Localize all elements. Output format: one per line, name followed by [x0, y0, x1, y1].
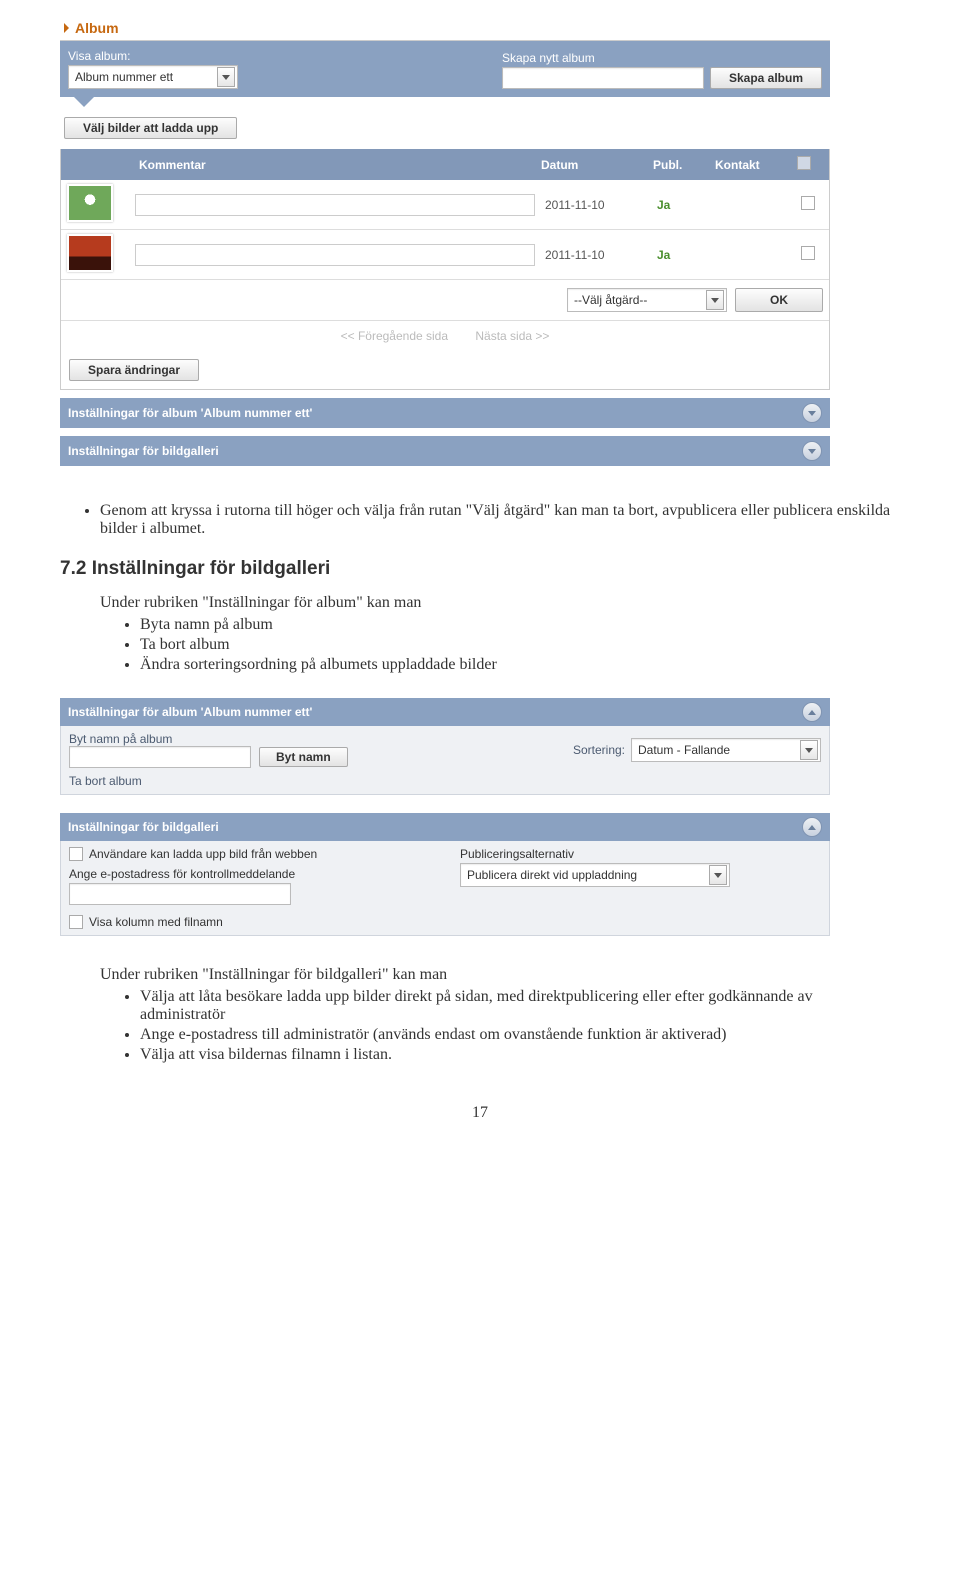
- anv-upload-label: Användare kan ladda upp bild från webben: [89, 847, 317, 861]
- col-kommentar: Kommentar: [133, 152, 535, 177]
- pub-alternativ-label: Publiceringsalternativ: [460, 847, 821, 861]
- cell-datum: 2011-11-10: [539, 180, 651, 230]
- sortering-label: Sortering:: [573, 743, 625, 757]
- anv-upload-checkbox[interactable]: [69, 847, 83, 861]
- toolbar-pointer-icon: [74, 97, 94, 107]
- visa-filnamn-checkbox[interactable]: [69, 915, 83, 929]
- kommentar-input[interactable]: [135, 244, 535, 266]
- visa-album-field: Visa album: Album nummer ett: [68, 49, 238, 89]
- section-lead: Under rubriken "Inställningar för album"…: [100, 594, 900, 612]
- visa-filnamn-label: Visa kolumn med filnamn: [89, 915, 223, 929]
- byt-namn-field: Byt namn på album Byt namn: [69, 732, 348, 768]
- settings-album-label: Inställningar för album 'Album nummer et…: [68, 406, 312, 420]
- table-row: 2011-11-10 Ja: [61, 230, 829, 280]
- pub-alternativ-select[interactable]: Publicera direkt vid uppladdning: [460, 863, 730, 887]
- skapa-album-button[interactable]: Skapa album: [710, 67, 822, 89]
- settings-album-bar[interactable]: Inställningar för album 'Album nummer et…: [60, 398, 830, 428]
- row-checkbox[interactable]: [801, 246, 815, 260]
- album-settings-title: Inställningar för album 'Album nummer et…: [68, 705, 312, 719]
- gallery-settings-bar[interactable]: Inställningar för bildgalleri: [60, 813, 830, 841]
- settings-gallery-bar[interactable]: Inställningar för bildgalleri: [60, 436, 830, 466]
- skapa-album-field: Skapa nytt album Skapa album: [502, 51, 822, 89]
- chevron-down-icon: [217, 67, 235, 87]
- sortering-field: Sortering: Datum - Fallande: [573, 738, 821, 762]
- col-kontakt: Kontakt: [709, 152, 791, 177]
- visa-album-value: Album nummer ett: [75, 70, 173, 84]
- ange-epost-input[interactable]: [69, 883, 291, 905]
- cell-datum: 2011-11-10: [539, 230, 651, 280]
- select-all-checkbox[interactable]: [797, 156, 811, 170]
- album-admin-panel: Album Visa album: Album nummer ett Skapa…: [60, 20, 830, 466]
- pager-prev[interactable]: << Föregående sida: [341, 329, 448, 343]
- ange-epost-label: Ange e-postadress för kontrollmeddelande: [69, 867, 430, 881]
- kommentar-input[interactable]: [135, 194, 535, 216]
- sortering-select[interactable]: Datum - Fallande: [631, 738, 821, 762]
- list-item: Ta bort album: [140, 636, 900, 654]
- thumbnail-icon[interactable]: [67, 234, 113, 272]
- image-table: Kommentar Datum Publ. Kontakt 2011-11-10…: [60, 149, 830, 390]
- valj-bilder-button[interactable]: Välj bilder att ladda upp: [64, 117, 237, 139]
- visa-album-label: Visa album:: [68, 49, 238, 63]
- action-row: --Välj åtgärd-- OK: [61, 280, 829, 321]
- ok-button[interactable]: OK: [735, 288, 823, 312]
- action-select-value: --Välj åtgärd--: [574, 293, 647, 307]
- skapa-album-label: Skapa nytt album: [502, 51, 822, 65]
- list-item: Byta namn på album: [140, 616, 900, 634]
- skapa-album-input[interactable]: [502, 67, 704, 89]
- settings-gallery-label: Inställningar för bildgalleri: [68, 444, 219, 458]
- pub-alternativ-value: Publicera direkt vid uppladdning: [467, 868, 637, 882]
- cell-publ: Ja: [657, 248, 670, 262]
- thumbnail-icon[interactable]: [67, 184, 113, 222]
- page-number: 17: [60, 1104, 900, 1122]
- gallery-settings-title: Inställningar för bildgalleri: [68, 820, 219, 834]
- byt-namn-label: Byt namn på album: [69, 732, 348, 746]
- chevron-down-icon: [709, 865, 727, 885]
- col-publ: Publ.: [647, 152, 709, 177]
- list-item: Välja att låta besökare ladda upp bilder…: [140, 988, 900, 1024]
- row-checkbox[interactable]: [801, 196, 815, 210]
- collapse-icon[interactable]: [802, 817, 822, 837]
- expand-icon[interactable]: [802, 403, 822, 423]
- section-heading: 7.2 Inställningar för bildgalleri: [60, 558, 900, 580]
- chevron-down-icon: [800, 740, 818, 760]
- gallery-settings-panel: Inställningar för bildgalleri Användare …: [60, 813, 830, 936]
- cell-publ: Ja: [657, 198, 670, 212]
- spara-button[interactable]: Spara ändringar: [69, 359, 199, 381]
- byt-namn-button[interactable]: Byt namn: [259, 747, 348, 767]
- sortering-value: Datum - Fallande: [638, 743, 730, 757]
- chevron-down-icon: [706, 290, 724, 310]
- collapse-icon[interactable]: [802, 702, 822, 722]
- image-table-head: Kommentar Datum Publ. Kontakt: [61, 149, 829, 180]
- album-settings-panel: Inställningar för album 'Album nummer et…: [60, 698, 830, 795]
- pager-next[interactable]: Nästa sida >>: [475, 329, 549, 343]
- list-item: Ändra sorteringsordning på albumets uppl…: [140, 656, 900, 674]
- arrow-right-icon: [64, 23, 69, 33]
- expand-icon[interactable]: [802, 441, 822, 461]
- album-title-bar: Album: [60, 20, 830, 41]
- action-select[interactable]: --Välj åtgärd--: [567, 288, 727, 312]
- pager: << Föregående sida Nästa sida >>: [61, 321, 829, 351]
- list-item: Välja att visa bildernas filnamn i lista…: [140, 1046, 900, 1064]
- album-toolbar: Visa album: Album nummer ett Skapa nytt …: [60, 41, 830, 97]
- text2-lead: Under rubriken "Inställningar för bildga…: [100, 966, 900, 984]
- visa-album-select[interactable]: Album nummer ett: [68, 65, 238, 89]
- body-text-2: Under rubriken "Inställningar för bildga…: [60, 966, 900, 1064]
- album-settings-bar[interactable]: Inställningar för album 'Album nummer et…: [60, 698, 830, 726]
- byt-namn-input[interactable]: [69, 746, 251, 768]
- table-row: 2011-11-10 Ja: [61, 180, 829, 230]
- col-datum: Datum: [535, 152, 647, 177]
- list-item: Ange e-postadress till administratör (an…: [140, 1026, 900, 1044]
- body-text-1: Genom att kryssa i rutorna till höger oc…: [60, 502, 900, 674]
- paragraph-bullet: Genom att kryssa i rutorna till höger oc…: [100, 502, 900, 538]
- ta-bort-link[interactable]: Ta bort album: [69, 774, 821, 788]
- album-title: Album: [75, 20, 119, 36]
